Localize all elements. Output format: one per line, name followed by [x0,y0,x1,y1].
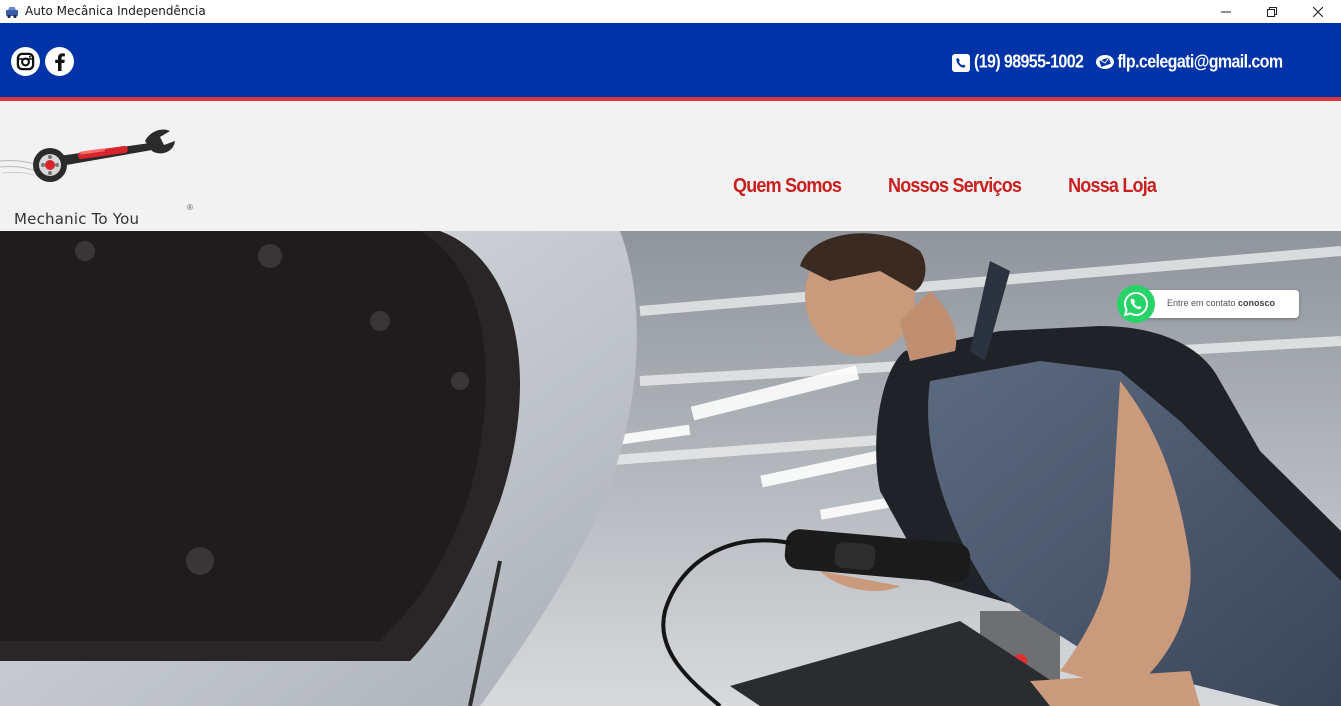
window-controls [1203,0,1341,23]
site-header: Mechanic To You ® Quem Somos Nossos Serv… [0,101,1341,231]
window-title: Auto Mecânica Independência [25,4,206,18]
whatsapp-label-prefix: Entre em contato [1167,298,1239,308]
logo-text: Mechanic To You [14,210,140,228]
nav-nossa-loja[interactable]: Nossa Loja [1068,173,1157,197]
close-icon [1313,6,1323,17]
email-icon [1095,54,1115,72]
car-icon [4,4,20,20]
whatsapp-icon[interactable] [1117,285,1155,323]
instagram-icon [16,52,35,71]
phone-icon [952,54,970,72]
phone-contact[interactable]: (19) 98955-1002 [952,52,1084,73]
email-address: flp.celegati@gmail.com [1117,52,1283,73]
main-nav: Quem Somos Nossos Serviços Nossa Loja [733,173,1203,197]
minimize-button[interactable] [1203,0,1249,23]
phone-number: (19) 98955-1002 [974,52,1084,73]
nav-nossos-servicos[interactable]: Nossos Serviços [888,173,1022,197]
close-button[interactable] [1295,0,1341,23]
whatsapp-label: Entre em contato conosco [1167,298,1275,308]
contact-info: (19) 98955-1002 flp.celegati@gmail.com [952,52,1294,73]
restore-button[interactable] [1249,0,1295,23]
minimize-icon [1221,11,1231,12]
wrench-wheel-logo-icon [0,129,175,182]
site-logo[interactable]: Mechanic To You ® [0,123,200,228]
whatsapp-label-bold: conosco [1238,298,1276,308]
restore-icon [1267,6,1277,17]
top-contact-bar: (19) 98955-1002 flp.celegati@gmail.com [0,23,1341,97]
facebook-link[interactable] [45,47,74,76]
social-links [11,47,74,76]
window-titlebar: Auto Mecânica Independência [0,0,1341,23]
facebook-icon [54,52,65,71]
registered-mark: ® [187,203,193,212]
email-contact[interactable]: flp.celegati@gmail.com [1095,52,1283,73]
instagram-link[interactable] [11,47,40,76]
nav-quem-somos[interactable]: Quem Somos [733,173,842,197]
